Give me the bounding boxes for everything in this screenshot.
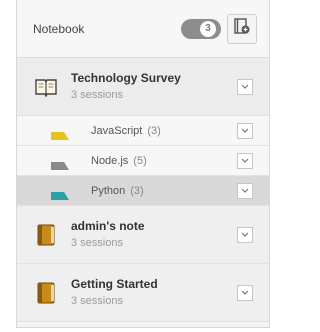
- tag-label: Node.js (5): [91, 154, 147, 167]
- notebook-item-getting-started[interactable]: Getting Started 3 sessions: [17, 264, 269, 322]
- tag-icon: [51, 187, 69, 200]
- chevron-down-icon: [241, 188, 249, 193]
- notebook-title: admin's note: [71, 218, 145, 233]
- new-notebook-button[interactable]: [227, 13, 257, 44]
- notebook-text: Getting Started 3 sessions: [71, 277, 237, 309]
- chevron-down-icon: [241, 128, 249, 133]
- chevron-down-icon: [241, 158, 249, 163]
- notebook-title: Getting Started: [71, 276, 158, 291]
- chevron-down-icon: [241, 84, 249, 89]
- notebook-menu-button[interactable]: [237, 226, 253, 243]
- notebook-text: admin's note 3 sessions: [71, 219, 237, 251]
- notebook-icon: [33, 222, 59, 248]
- header-title: Notebook: [33, 21, 85, 36]
- notebook-subtitle: 3 sessions: [71, 236, 123, 249]
- notebook-title: Technology Survey: [71, 70, 181, 85]
- tag-count: (3): [130, 184, 144, 197]
- new-notebook-icon: [233, 17, 251, 40]
- notebook-text: Technology Survey 3 sessions: [71, 71, 237, 103]
- tag-menu-button[interactable]: [237, 182, 253, 199]
- notebook-menu-button[interactable]: [237, 78, 253, 95]
- tag-count: (3): [147, 124, 161, 137]
- tag-icon: [51, 157, 69, 170]
- notebook-count-toggle[interactable]: 3: [181, 18, 221, 39]
- tag-menu-button[interactable]: [237, 152, 253, 169]
- chevron-down-icon: [241, 232, 249, 237]
- tag-item-javascript[interactable]: JavaScript (3): [17, 116, 269, 146]
- notebook-menu-button[interactable]: [237, 284, 253, 301]
- notebook-subtitle: 3 sessions: [71, 88, 123, 101]
- notebook-count-badge: 3: [200, 20, 216, 37]
- notebook-panel: Notebook 3 Technology Survey 3 sessions …: [16, 0, 270, 328]
- tag-menu-button[interactable]: [237, 122, 253, 139]
- tag-label: JavaScript (3): [91, 124, 161, 137]
- notebook-header: Notebook 3: [17, 0, 269, 58]
- tag-icon: [51, 127, 69, 140]
- notebook-subtitle: 3 sessions: [71, 294, 123, 307]
- notebook-item-admins-note[interactable]: admin's note 3 sessions: [17, 206, 269, 264]
- notebook-icon: [33, 280, 59, 306]
- open-book-icon: [33, 74, 59, 100]
- chevron-down-icon: [241, 290, 249, 295]
- tag-label: Python (3): [91, 184, 144, 197]
- tag-item-nodejs[interactable]: Node.js (5): [17, 146, 269, 176]
- tag-count: (5): [133, 154, 147, 167]
- tag-item-python[interactable]: Python (3): [17, 176, 269, 206]
- notebook-item-technology-survey[interactable]: Technology Survey 3 sessions: [17, 58, 269, 116]
